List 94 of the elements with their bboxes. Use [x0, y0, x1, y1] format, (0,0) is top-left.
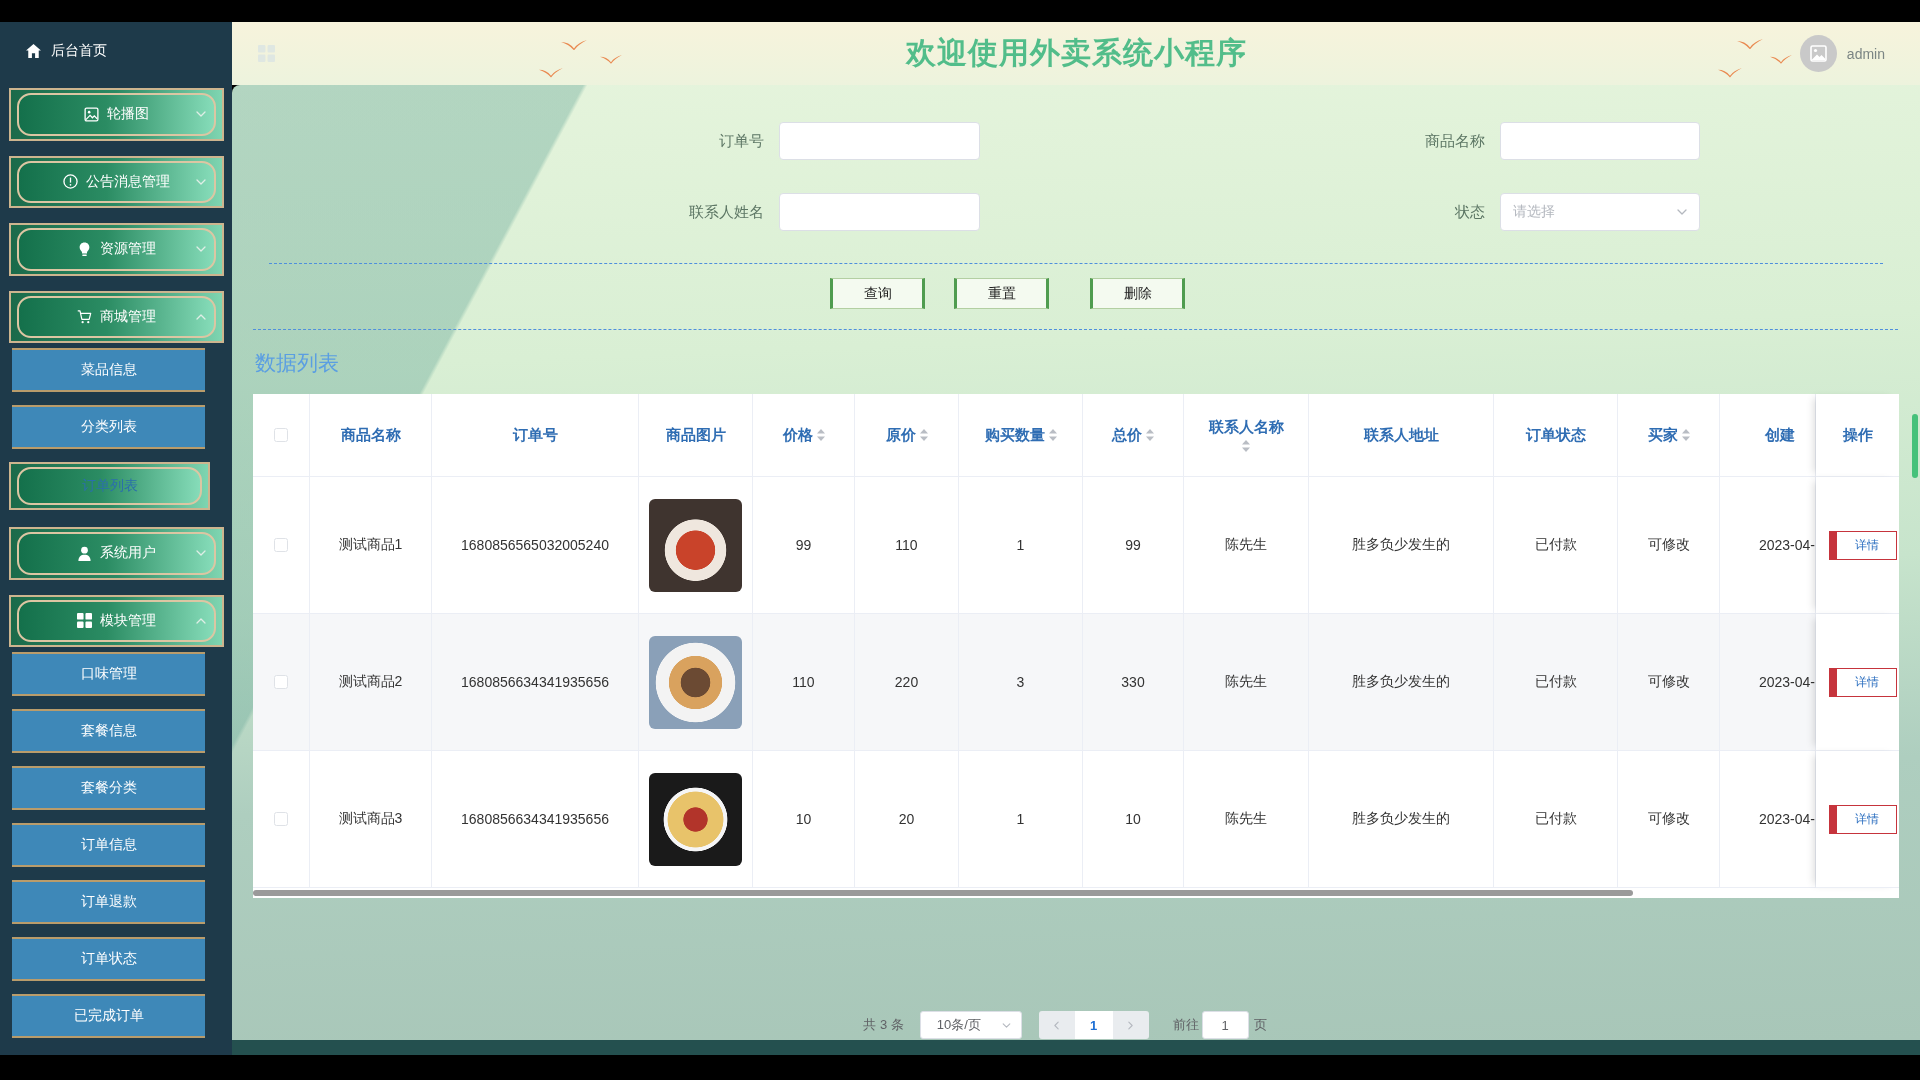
bird-icon	[1718, 68, 1742, 78]
table-cell: 胜多负少发生的	[1309, 751, 1494, 888]
prev-page-button[interactable]	[1038, 1011, 1075, 1039]
field-label: 联系人姓名	[689, 202, 764, 222]
table-cell: 陈先生	[1184, 751, 1309, 888]
page-suffix: 页	[1253, 1016, 1267, 1034]
column-header: 买家	[1647, 425, 1678, 445]
chevron-down-icon	[1001, 1022, 1011, 1028]
input-field[interactable]	[779, 122, 980, 160]
table-cell: 20	[855, 751, 959, 888]
table-cell: 1680856634341935656	[432, 751, 639, 888]
home-link[interactable]: 后台首页	[26, 42, 107, 60]
submenu-item[interactable]: 套餐分类	[12, 766, 205, 810]
column-header: 操作	[1842, 425, 1873, 445]
info-icon	[63, 174, 78, 190]
submenu-item[interactable]: 已完成订单	[12, 994, 205, 1038]
user-icon	[77, 545, 92, 561]
chevron-left-icon	[1054, 1020, 1060, 1030]
menu-item[interactable]: 轮播图	[9, 88, 224, 141]
avatar-icon[interactable]	[1799, 35, 1837, 72]
bird-icon	[1737, 39, 1763, 50]
column-header: 联系人地址	[1363, 425, 1439, 445]
field-label: 状态	[1455, 202, 1485, 222]
table-cell: 已付款	[1494, 751, 1618, 888]
section-title: 数据列表	[255, 350, 339, 376]
column-header: 价格	[782, 425, 813, 445]
sort-icon[interactable]	[816, 429, 825, 441]
home-icon	[26, 44, 41, 58]
submenu-item[interactable]: 套餐信息	[12, 709, 205, 753]
menu-item[interactable]: 商城管理	[9, 290, 224, 343]
menu-item[interactable]: 系统用户	[9, 527, 224, 580]
goto-label: 前往	[1172, 1016, 1199, 1034]
app-title: 欢迎使用外卖系统小程序	[905, 35, 1247, 71]
table-cell: 可修改	[1618, 751, 1720, 888]
delete-button[interactable]: 删除	[1090, 278, 1185, 309]
page-button[interactable]: 1	[1074, 1011, 1113, 1039]
field-label: 订单号	[719, 131, 764, 151]
menu-item[interactable]: 资源管理	[9, 223, 224, 276]
cart-icon	[77, 309, 92, 325]
column-header: 商品名称	[340, 425, 401, 445]
checkbox[interactable]	[274, 675, 288, 689]
menu-item[interactable]: 公告消息管理	[9, 155, 224, 208]
grid-icon	[77, 613, 92, 629]
column-header: 总价	[1112, 425, 1142, 445]
bird-icon	[600, 55, 622, 64]
submenu-item[interactable]: 订单信息	[12, 823, 205, 867]
sort-icon[interactable]	[1681, 429, 1690, 441]
bird-icon	[561, 40, 587, 51]
bird-icon	[539, 68, 563, 78]
checkbox[interactable]	[274, 812, 288, 826]
table-cell: 10	[753, 751, 855, 888]
input-field[interactable]	[779, 193, 980, 231]
sort-icon[interactable]	[1242, 440, 1250, 452]
detail-button[interactable]: 详情	[1829, 530, 1897, 560]
reset-button[interactable]: 重置	[954, 278, 1049, 309]
column-header: 购买数量	[984, 425, 1045, 445]
total-count: 共 3 条	[863, 1016, 904, 1034]
sort-icon[interactable]	[1146, 429, 1154, 441]
sort-icon[interactable]	[919, 429, 928, 441]
detail-button[interactable]: 详情	[1829, 667, 1897, 697]
column-header: 原价	[885, 425, 916, 445]
select-field[interactable]: 请选择	[1500, 193, 1700, 231]
column-header: 商品图片	[665, 425, 726, 445]
column-header: 订单号	[512, 425, 558, 445]
column-header: 创建	[1765, 425, 1795, 445]
table-cell: 1	[959, 751, 1083, 888]
chevron-down-icon	[1677, 209, 1687, 215]
submenu-item[interactable]: 菜品信息	[12, 348, 205, 392]
submenu-item[interactable]: 订单状态	[12, 937, 205, 981]
checkbox[interactable]	[274, 538, 288, 552]
scrollbar-thumb[interactable]	[253, 890, 1633, 896]
lightbulb-icon	[77, 241, 92, 257]
submenu-item[interactable]: 分类列表	[12, 405, 205, 449]
page-size-select[interactable]: 10条/页	[919, 1011, 1022, 1039]
column-header: 联系人名称	[1208, 418, 1284, 437]
field-label: 商品名称	[1425, 131, 1485, 151]
submenu-item[interactable]: 订单退款	[12, 880, 205, 924]
input-field[interactable]	[1500, 122, 1700, 160]
goto-input[interactable]: 1	[1201, 1011, 1249, 1039]
username[interactable]: admin	[1846, 45, 1885, 62]
chevron-right-icon	[1128, 1020, 1134, 1030]
sort-icon[interactable]	[1048, 429, 1057, 441]
table-cell: 测试商品3	[310, 751, 432, 888]
next-page-button[interactable]	[1112, 1011, 1149, 1039]
detail-button[interactable]: 详情	[1829, 804, 1897, 834]
column-header: 订单状态	[1525, 425, 1586, 445]
table-cell: 10	[1083, 751, 1184, 888]
checkbox[interactable]	[274, 428, 288, 442]
menu-item[interactable]: 模块管理	[9, 594, 224, 647]
image-icon	[84, 106, 99, 122]
submenu-item[interactable]: 口味管理	[12, 652, 205, 696]
bird-icon	[1770, 55, 1792, 64]
search-button[interactable]: 查询	[830, 278, 925, 309]
scrollbar-thumb[interactable]	[1912, 414, 1918, 478]
